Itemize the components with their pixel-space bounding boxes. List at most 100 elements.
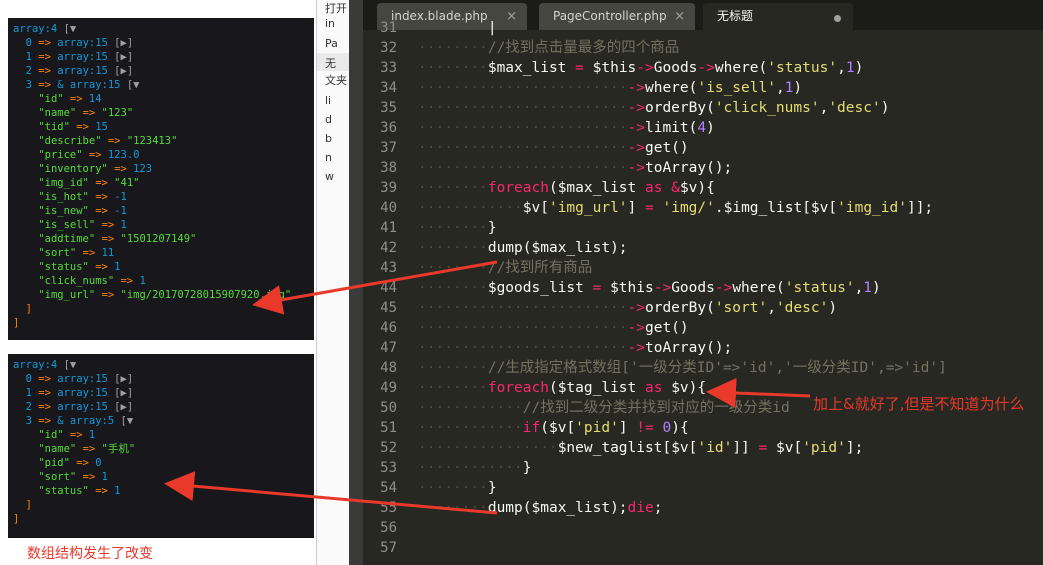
dump-field-value: 123 (133, 163, 153, 175)
dump-field-value: "41" (114, 177, 140, 189)
folder-item[interactable]: n (325, 151, 332, 164)
tab-untitled[interactable]: 无标题 (703, 3, 853, 30)
panel-item: 打开 (325, 2, 347, 15)
indent-guide: ········ (418, 20, 488, 36)
code-line: ········} (418, 480, 497, 496)
indent-guide: ························ (418, 120, 628, 136)
indent-guide: ········ (418, 260, 488, 276)
arrow-op: => (31, 387, 58, 399)
collapse-toggle-icon[interactable]: [▶] (108, 37, 133, 49)
indent-guide: ························ (418, 80, 628, 96)
dump-field-key: "status" (38, 261, 89, 273)
collapse-toggle-icon[interactable]: [▶] (108, 387, 133, 399)
panel-item[interactable]: in (325, 17, 335, 30)
dump-field: "sort" => 11 (13, 246, 314, 260)
dump-item-count: & array:5 (57, 415, 115, 427)
dump-header: array:4 (13, 23, 58, 35)
code-line: ························->toArray(); (418, 160, 733, 176)
dump-field-key: "is_new" (38, 205, 89, 217)
dump-close-bracket: ] (13, 499, 32, 511)
close-icon[interactable]: × (506, 3, 517, 30)
dump-field-value: "123413" (126, 135, 178, 147)
arrow-op: => (88, 485, 115, 497)
dump-field: "status" => 1 (13, 260, 314, 274)
code-line: ························->where('is_sell… (418, 80, 803, 96)
code-line: ············$v['img_url'] = 'img/'.$img_… (418, 200, 934, 216)
indent-guide: ························ (418, 300, 628, 316)
code-editor[interactable]: index.blade.php × PageController.php × 无… (363, 0, 1043, 565)
code-area[interactable]: ········| ········//找到点击量最多的四个商品 ········$… (418, 20, 1043, 565)
collapse-toggle-icon[interactable]: [▶] (108, 65, 133, 77)
dump-item: 1 => array:15 [▶] (13, 386, 314, 400)
dump-expanded-item: 3 => & array:5 [▼ (13, 414, 314, 428)
arrow-op: => (88, 261, 115, 273)
dump-field-value: 15 (95, 121, 108, 133)
code-line: ········| (418, 20, 497, 36)
panel-item[interactable]: 无 (325, 55, 336, 71)
collapse-toggle-icon[interactable]: [▶] (108, 401, 133, 413)
line-number: 48 (380, 360, 397, 376)
line-number: 52 (380, 440, 397, 456)
indent-guide: ········ (418, 380, 488, 396)
indent-guide: ············ (418, 460, 523, 476)
indent-guide: ········ (418, 240, 488, 256)
dump-field-value: "img/20170728015907920.jpg" (120, 289, 292, 301)
line-number: 44 (380, 280, 397, 296)
expand-toggle-icon[interactable]: [▼ (114, 415, 134, 427)
folder-item[interactable]: b (325, 132, 332, 145)
dump-field-key: "inventory" (38, 163, 108, 175)
collapse-toggle-icon[interactable]: [▶] (108, 373, 133, 385)
dump-field-key: "is_sell" (38, 219, 96, 231)
expand-toggle-icon[interactable]: [▼ (57, 23, 77, 35)
indent-guide: ········ (418, 360, 488, 376)
dump-item: 2 => array:15 [▶] (13, 64, 314, 78)
arrow-op: => (95, 289, 121, 301)
dump-field: "inventory" => 123 (13, 162, 314, 176)
line-number: 34 (380, 80, 397, 96)
dump-field-key: "id" (38, 429, 64, 441)
dump-field: "describe" => "123413" (13, 134, 314, 148)
collapse-toggle-icon[interactable]: [▶] (108, 51, 133, 63)
dump-close-bracket: ] (13, 303, 32, 315)
dump-field-value: 1 (88, 429, 96, 441)
line-number: 43 (380, 260, 397, 276)
folder-item[interactable]: li (325, 94, 331, 107)
dump-expanded-item: 3 => & array:15 [▼ (13, 78, 314, 92)
code-line: ························->toArray(); (418, 340, 733, 356)
arrow-op: => (88, 205, 115, 217)
arrow-op: => (107, 163, 134, 175)
close-icon[interactable]: × (674, 3, 685, 30)
dump-panel-1: array:4 [▼ 0 => array:15 [▶] 1 => array:… (8, 18, 314, 340)
folder-item[interactable]: d (325, 113, 332, 126)
arrow-op: => (76, 443, 102, 455)
dump-field: "id" => 14 (13, 92, 314, 106)
arrow-op: => (69, 457, 96, 469)
dump-field-key: "id" (38, 93, 64, 105)
unsaved-dot-icon[interactable] (834, 15, 841, 22)
folder-item[interactable]: w (325, 170, 334, 183)
indent-guide: ························ (418, 320, 628, 336)
line-number: 45 (380, 300, 397, 316)
dump-field-key: "sort" (38, 247, 77, 259)
arrow-op: => (101, 135, 127, 147)
dump-field-value: "123" (101, 107, 134, 119)
sidebar-scrollbar[interactable] (349, 0, 363, 565)
dump-field-value: 123.0 (107, 149, 140, 161)
arrow-op: => (63, 93, 89, 105)
dump-field-key: "click_nums" (38, 275, 115, 287)
arrow-op: => (31, 65, 58, 77)
dump-header-line: array:4 [▼ (13, 358, 314, 372)
dump-field-value: 1 (114, 261, 121, 273)
dump-item-count: array:15 (57, 401, 108, 413)
line-number: 31 (380, 20, 397, 36)
dump-field-value: 1 (139, 275, 146, 287)
dump-field-key: "addtime" (38, 233, 96, 245)
dump-header-line: array:4 [▼ (13, 22, 314, 36)
tab-page-controller[interactable]: PageController.php × (539, 3, 695, 30)
expand-toggle-icon[interactable]: [▼ (57, 359, 77, 371)
expand-toggle-icon[interactable]: [▼ (121, 79, 140, 91)
indent-guide: ············ (418, 200, 523, 216)
line-number: 39 (380, 180, 397, 196)
line-number: 53 (380, 460, 397, 476)
panel-item[interactable]: Pa (325, 37, 338, 50)
